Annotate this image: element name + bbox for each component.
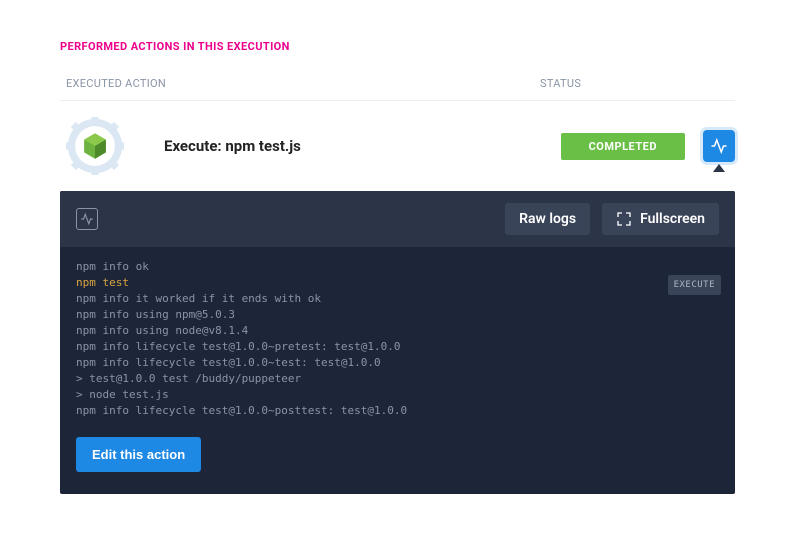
log-line: npm info using node@v8.1.4 (76, 323, 719, 339)
log-line: npm info lifecycle test@1.0.0~pretest: t… (76, 339, 719, 355)
raw-logs-button[interactable]: Raw logs (505, 203, 590, 235)
toggle-logs-button[interactable] (703, 130, 735, 162)
log-line: npm info lifecycle test@1.0.0~posttest: … (76, 403, 719, 419)
action-row: Execute: npm test.js COMPLETED (60, 101, 735, 191)
action-title: Execute: npm test.js (164, 137, 561, 155)
log-line: > test@1.0.0 test /buddy/puppeteer (76, 371, 719, 387)
log-line: npm info lifecycle test@1.0.0~test: test… (76, 355, 719, 371)
log-line: npm info it worked if it ends with ok (76, 291, 719, 307)
fullscreen-button[interactable]: Fullscreen (602, 203, 719, 235)
execute-tag: EXECUTE (668, 275, 721, 295)
log-line: npm info using npm@5.0.3 (76, 307, 719, 323)
edit-action-button[interactable]: Edit this action (76, 437, 201, 472)
activity-icon (76, 208, 98, 230)
column-status: STATUS (540, 77, 735, 90)
console-header: Raw logs Fullscreen (60, 191, 735, 247)
status-badge: COMPLETED (561, 133, 685, 160)
log-console: Raw logs Fullscreen EXECUTE npm info okn… (60, 191, 735, 494)
console-footer: Edit this action (60, 423, 735, 494)
column-executed-action: EXECUTED ACTION (60, 77, 540, 90)
log-output[interactable]: EXECUTE npm info oknpm testnpm info it w… (60, 247, 735, 423)
activity-icon (710, 137, 728, 155)
log-line: npm info ok (76, 259, 719, 275)
raw-logs-label: Raw logs (519, 211, 576, 227)
fullscreen-icon (616, 211, 632, 227)
log-line: > node test.js (76, 387, 719, 403)
node-gear-icon (66, 117, 124, 175)
table-header: EXECUTED ACTION STATUS (60, 77, 735, 101)
fullscreen-label: Fullscreen (640, 211, 705, 227)
section-title: PERFORMED ACTIONS IN THIS EXECUTION (60, 40, 735, 53)
log-line: npm test (76, 275, 719, 291)
